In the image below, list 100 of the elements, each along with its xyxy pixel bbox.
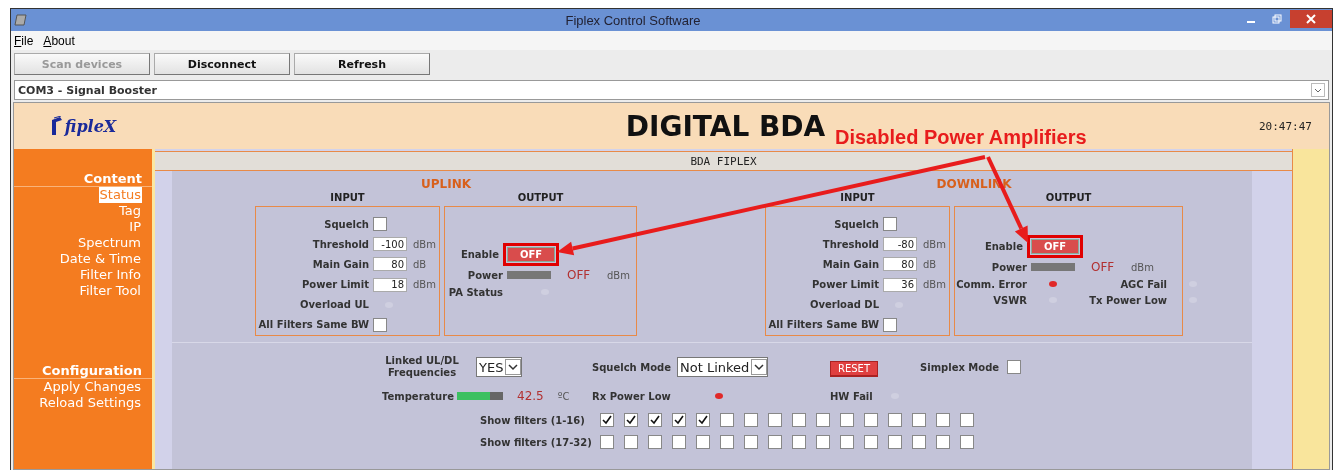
logo-text: fipleX [64, 116, 117, 136]
panel-title: BDA FIPLEX [155, 151, 1292, 171]
checkbox[interactable] [373, 317, 387, 332]
checkbox[interactable] [672, 435, 686, 449]
page-title: DIGITAL BDA [625, 109, 826, 143]
checkbox[interactable] [744, 435, 758, 449]
unit-label: dBm [607, 269, 631, 281]
menu-item[interactable]: File [14, 33, 34, 48]
menu-item[interactable]: About [43, 33, 75, 48]
checkbox[interactable] [816, 413, 830, 427]
check-icon [650, 415, 660, 425]
field-label: All Filters Same BW [257, 319, 369, 331]
checkbox[interactable] [768, 413, 782, 427]
number-field[interactable]: 18 [373, 277, 407, 292]
checkbox[interactable] [840, 413, 854, 427]
field-label: Main Gain [311, 258, 369, 270]
field-label: Show filters (1-16) [480, 414, 586, 426]
field-label: Squelch [323, 218, 369, 230]
status-label: Comm. Error [955, 278, 1027, 290]
checkbox[interactable] [888, 435, 902, 449]
field-label: Threshold [821, 238, 879, 250]
reset-button[interactable]: RESET [830, 361, 878, 377]
checkbox[interactable] [696, 413, 710, 427]
caret-icon [1311, 83, 1325, 97]
checkbox[interactable] [864, 435, 878, 449]
checkbox[interactable] [720, 435, 734, 449]
field-label: Power [466, 269, 503, 281]
unit-label: dBm [413, 238, 437, 250]
unit-label: dBm [413, 279, 437, 291]
status-label: Overload UL [299, 299, 369, 311]
power-bar [1031, 263, 1075, 271]
checkbox[interactable] [864, 413, 878, 427]
caret-icon [505, 359, 522, 375]
checkbox[interactable] [888, 413, 902, 427]
close-button[interactable] [1290, 10, 1332, 28]
checkbox[interactable] [936, 435, 950, 449]
annotation-text: Disabled Power Amplifiers [835, 126, 1087, 149]
number-field[interactable]: -80 [883, 237, 917, 252]
checkbox[interactable] [883, 217, 897, 232]
checkbox[interactable] [720, 413, 734, 427]
unit-label: dBm [923, 238, 947, 250]
sidebar-heading: Configuration [14, 363, 152, 379]
column-heading: OUTPUT [1045, 192, 1092, 205]
checkbox[interactable] [648, 413, 662, 427]
unit-label: dB [413, 258, 428, 270]
checkbox[interactable] [792, 413, 806, 427]
checkbox[interactable] [672, 413, 686, 427]
field-label: Squelch Mode [592, 361, 672, 373]
field-label: All Filters Same BW [767, 319, 879, 331]
field-label: Linked UL/DL Frequencies [384, 355, 460, 379]
dropdown[interactable]: Not Linked [677, 357, 769, 377]
restore-icon [1272, 14, 1282, 24]
power-reading: OFF [567, 268, 592, 282]
checkbox[interactable] [792, 435, 806, 449]
number-field[interactable]: 80 [883, 257, 917, 272]
toolbar-button[interactable]: Refresh [294, 53, 430, 75]
dropdown[interactable]: YES [476, 357, 523, 377]
checkbox[interactable] [816, 435, 830, 449]
status-label: HW Fail [830, 390, 873, 402]
app-icon [14, 13, 28, 27]
checkbox[interactable] [624, 413, 638, 427]
checkbox[interactable] [840, 435, 854, 449]
checkbox[interactable] [648, 435, 662, 449]
checkbox[interactable] [624, 435, 638, 449]
logo-icon [49, 116, 64, 136]
number-field[interactable]: 36 [883, 277, 917, 292]
toolbar-button[interactable]: Disconnect [154, 53, 290, 75]
checkbox[interactable] [960, 413, 974, 427]
checkbox[interactable] [1007, 360, 1022, 374]
check-icon [674, 415, 684, 425]
device-dropdown[interactable]: COM3 - Signal Booster [14, 80, 1329, 100]
field-label: Show filters (17-32) [480, 436, 593, 448]
checkbox[interactable] [373, 217, 387, 232]
checkbox[interactable] [960, 435, 974, 449]
unit-label: dBm [1131, 261, 1155, 273]
checkbox[interactable] [912, 413, 926, 427]
status-label: PA Status [447, 286, 503, 298]
checkbox[interactable] [768, 435, 782, 449]
checkbox[interactable] [912, 435, 926, 449]
field-label: Main Gain [821, 258, 879, 270]
status-label: Overload DL [808, 299, 879, 311]
checkbox[interactable] [600, 435, 614, 449]
field-label: Power [990, 261, 1027, 273]
field-label: Threshold [311, 238, 369, 250]
checkbox[interactable] [936, 413, 950, 427]
unit-label: dBm [923, 279, 947, 291]
unit-label: ºC [557, 390, 570, 402]
number-field[interactable]: 80 [373, 257, 407, 272]
checkbox[interactable] [600, 413, 614, 427]
column-heading: INPUT [840, 192, 875, 205]
check-icon [698, 415, 708, 425]
enable-button[interactable]: OFF [1031, 238, 1079, 254]
column-heading: OUTPUT [517, 192, 564, 205]
number-field[interactable]: -100 [373, 237, 407, 252]
checkbox[interactable] [744, 413, 758, 427]
enable-button[interactable]: OFF [507, 246, 555, 262]
checkbox[interactable] [883, 317, 897, 332]
field-label: Power Limit [810, 279, 879, 291]
checkbox[interactable] [696, 435, 710, 449]
column-heading: INPUT [330, 192, 365, 205]
